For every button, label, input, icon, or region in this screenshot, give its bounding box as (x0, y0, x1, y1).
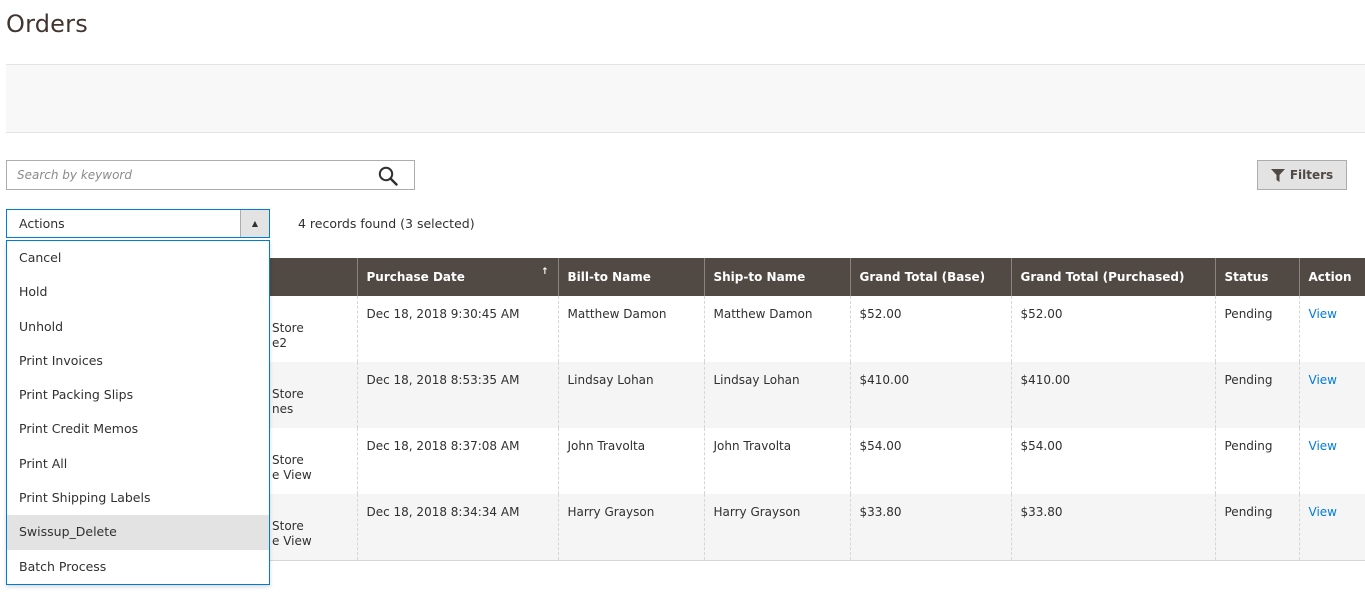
action-item-print-all[interactable]: Print All (7, 447, 269, 481)
toolbar-panel (6, 64, 1365, 133)
grand-total-purchased-cell: $52.00 (1010, 296, 1215, 362)
purchase-date-cell: Dec 18, 2018 8:34:34 AM (356, 494, 558, 561)
column-header-purchase-date[interactable]: Purchase Date ↑ (356, 258, 558, 296)
filters-label: Filters (1289, 168, 1334, 182)
orders-page: Orders Filters Actions ▲ 4 records found… (0, 0, 1365, 598)
records-count: 4 records found (3 selected) (298, 216, 475, 231)
page-title: Orders (6, 10, 88, 38)
bill-to-cell: John Travolta (557, 428, 704, 494)
view-link[interactable]: View (1309, 307, 1337, 321)
view-link[interactable]: View (1309, 505, 1337, 519)
status-cell: Pending (1214, 428, 1299, 494)
grand-total-purchased-cell: $410.00 (1010, 362, 1215, 428)
actions-dropdown-menu: Cancel Hold Unhold Print Invoices Print … (6, 240, 270, 585)
bill-to-cell: Harry Grayson (557, 494, 704, 561)
view-link[interactable]: View (1309, 373, 1337, 387)
sort-ascending-icon: ↑ (540, 267, 549, 277)
grand-total-purchased-cell: $33.80 (1010, 494, 1215, 561)
actions-toggle-button[interactable]: ▲ (240, 210, 269, 237)
action-item-hold[interactable]: Hold (7, 275, 269, 309)
column-header-status[interactable]: Status (1214, 258, 1299, 296)
search-box (6, 160, 415, 190)
caret-up-icon: ▲ (251, 219, 259, 228)
column-header-grand-total-purchased[interactable]: Grand Total (Purchased) (1010, 258, 1215, 296)
grand-total-base-cell: $54.00 (849, 428, 1011, 494)
purchase-date-cell: Dec 18, 2018 8:37:08 AM (356, 428, 558, 494)
action-item-cancel[interactable]: Cancel (7, 241, 269, 275)
bill-to-cell: Lindsay Lohan (557, 362, 704, 428)
ship-to-cell: Lindsay Lohan (703, 362, 850, 428)
ship-to-cell: John Travolta (703, 428, 850, 494)
actions-label: Actions (19, 216, 65, 231)
action-cell: View (1298, 296, 1365, 362)
status-cell: Pending (1214, 362, 1299, 428)
action-item-print-packing-slips[interactable]: Print Packing Slips (7, 378, 269, 412)
purchase-date-cell: Dec 18, 2018 9:30:45 AM (356, 296, 558, 362)
action-item-batch-process[interactable]: Batch Process (7, 550, 269, 584)
filter-icon (1270, 168, 1285, 182)
action-cell: View (1298, 428, 1365, 494)
filters-button[interactable]: Filters (1257, 160, 1347, 190)
grand-total-base-cell: $52.00 (849, 296, 1011, 362)
column-header-action: Action (1298, 258, 1365, 296)
ship-to-cell: Matthew Damon (703, 296, 850, 362)
column-header-ship-to-name[interactable]: Ship-to Name (703, 258, 850, 296)
action-item-unhold[interactable]: Unhold (7, 310, 269, 344)
column-header-bill-to-name[interactable]: Bill-to Name (557, 258, 704, 296)
grand-total-base-cell: $410.00 (849, 362, 1011, 428)
search-icon[interactable] (378, 166, 398, 186)
purchase-date-cell: Dec 18, 2018 8:53:35 AM (356, 362, 558, 428)
grand-total-base-cell: $33.80 (849, 494, 1011, 561)
action-cell: View (1298, 494, 1365, 561)
action-cell: View (1298, 362, 1365, 428)
view-link[interactable]: View (1309, 439, 1337, 453)
action-item-print-shipping-labels[interactable]: Print Shipping Labels (7, 481, 269, 515)
ship-to-cell: Harry Grayson (703, 494, 850, 561)
grand-total-purchased-cell: $54.00 (1010, 428, 1215, 494)
action-item-print-credit-memos[interactable]: Print Credit Memos (7, 412, 269, 446)
actions-select[interactable]: Actions ▲ (6, 209, 270, 238)
action-item-print-invoices[interactable]: Print Invoices (7, 344, 269, 378)
bill-to-cell: Matthew Damon (557, 296, 704, 362)
column-header-grand-total-base[interactable]: Grand Total (Base) (849, 258, 1011, 296)
status-cell: Pending (1214, 296, 1299, 362)
search-input[interactable] (7, 161, 367, 189)
status-cell: Pending (1214, 494, 1299, 561)
action-item-swissup-delete[interactable]: Swissup_Delete (7, 515, 269, 550)
